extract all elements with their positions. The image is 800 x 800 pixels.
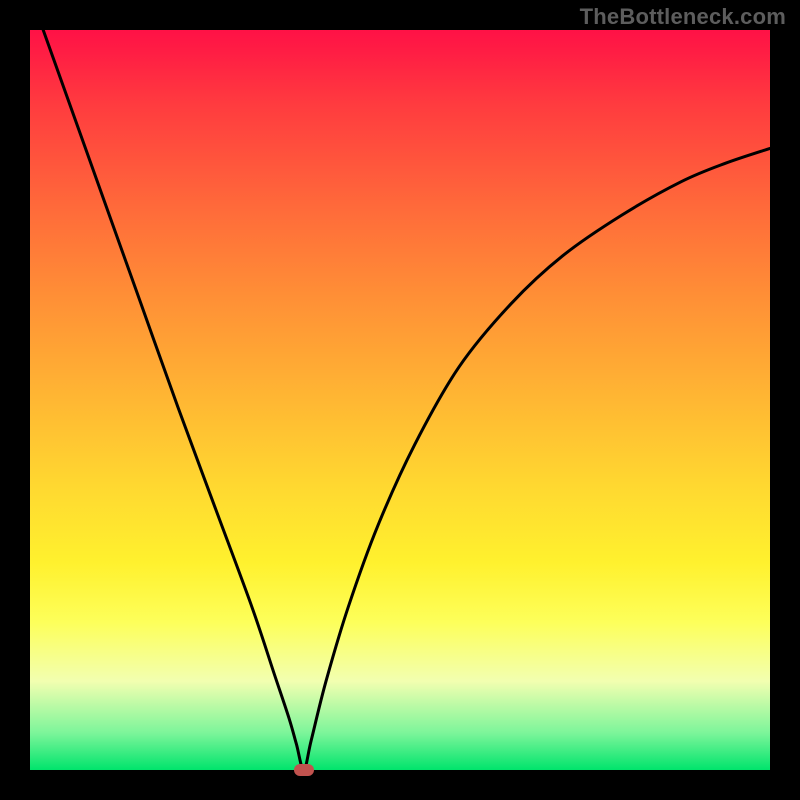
chart-frame: TheBottleneck.com xyxy=(0,0,800,800)
curve-svg xyxy=(30,30,770,770)
plot-area xyxy=(30,30,770,770)
bottleneck-curve xyxy=(30,0,770,770)
watermark-text: TheBottleneck.com xyxy=(580,4,786,30)
min-marker xyxy=(294,764,314,776)
